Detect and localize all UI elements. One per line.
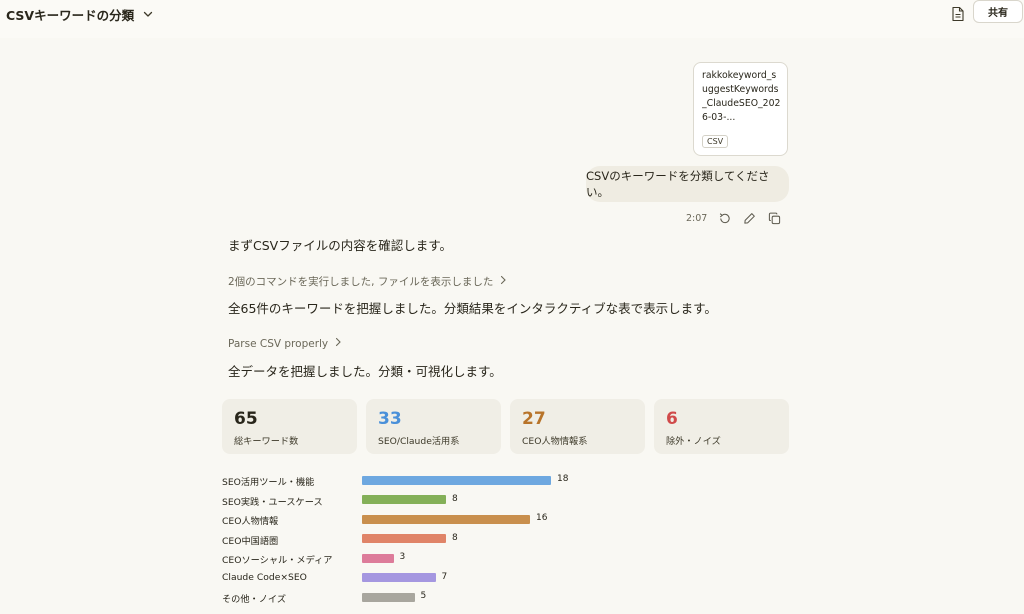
bar [362,475,551,485]
stat-value-noise: 6 [666,409,678,429]
bar-label: CEO中国語圏 [222,535,279,547]
stat-value-ceo: 27 [522,409,546,429]
chevron-right-icon [499,275,507,288]
bar-label: Claude Code×SEO [222,571,307,583]
assistant-text-2: 全65件のキーワードを把握しました。分類結果をインタラクティブな表で表示します。 [228,301,717,316]
tool-summary-parse[interactable]: Parse CSV properly [228,337,342,350]
bar [362,573,436,582]
stat-label-total: 総キーワード数 [234,436,299,447]
conversation-title-button[interactable]: CSVキーワードの分類 [6,4,156,24]
bar-value-label: 7 [441,571,448,582]
stat-value-seo: 33 [378,409,402,429]
assistant-text-1: まずCSVファイルの内容を確認します。 [228,238,452,253]
bar [362,514,530,524]
csv-attachment-card[interactable]: rakkokeyword_suggestKeywords_ClaudeSEO_2… [693,62,788,156]
bar-value-label: 16 [536,513,548,523]
bar [362,534,446,543]
bar-label: SEO活用ツール・機能 [222,477,315,488]
bar [362,592,415,602]
stat-label-ceo: CEO人物情報系 [522,436,588,447]
bar-value-label: 8 [452,532,458,543]
chevron-down-icon [140,6,156,22]
message-actions: 2:07 [686,210,782,226]
user-message-text: CSVのキーワードを分類してください。 [586,169,770,199]
assistant-text-3: 全データを把握しました。分類・可視化します。 [228,364,502,379]
edit-icon[interactable] [741,210,757,226]
bar-value-label: 8 [452,493,458,504]
stat-label-noise: 除外・ノイズ [666,436,721,447]
share-button[interactable]: 共有 [973,0,1023,23]
stat-card-seo: 33 SEO/Claude活用系 [366,399,501,454]
tool-summary-commands[interactable]: 2個のコマンドを実行しました, ファイルを表示しました [228,274,507,289]
stat-card-noise: 6 除外・ノイズ [654,399,789,454]
copy-icon[interactable] [766,210,782,226]
stat-value-total: 65 [234,409,258,429]
bar-value-label: 3 [399,552,406,562]
tool-summary-commands-label: 2個のコマンドを実行しました, ファイルを表示しました [228,276,494,288]
bar [362,495,446,504]
tool-summary-parse-label: Parse CSV properly [228,337,329,350]
bar-label: その他・ノイズ [222,594,287,605]
attachment-type-badge: CSV [702,135,729,148]
message-timestamp: 2:07 [686,212,708,224]
bar [362,553,394,563]
bar-value-label: 5 [420,591,427,601]
bar-label: SEO実践・ユースケース [222,496,323,508]
top-bar: CSVキーワードの分類 共有 [0,0,1024,38]
attachment-filename: rakkokeyword_suggestKeywords_ClaudeSEO_2… [702,70,781,123]
document-icon[interactable] [948,4,968,24]
stat-card-total: 65 総キーワード数 [222,399,357,454]
stat-label-seo: SEO/Claude活用系 [378,436,460,447]
bar-label: CEO人物情報 [222,516,279,527]
bar-value-label: 18 [557,474,569,484]
stat-card-ceo: 27 CEO人物情報系 [510,399,645,454]
user-message-bubble: CSVのキーワードを分類してください。 [586,166,789,202]
chevron-right-icon [334,337,342,350]
bar-label: CEOソーシャル・メディア [222,555,333,566]
conversation-title: CSVキーワードの分類 [6,7,135,23]
retry-icon[interactable] [716,210,732,226]
